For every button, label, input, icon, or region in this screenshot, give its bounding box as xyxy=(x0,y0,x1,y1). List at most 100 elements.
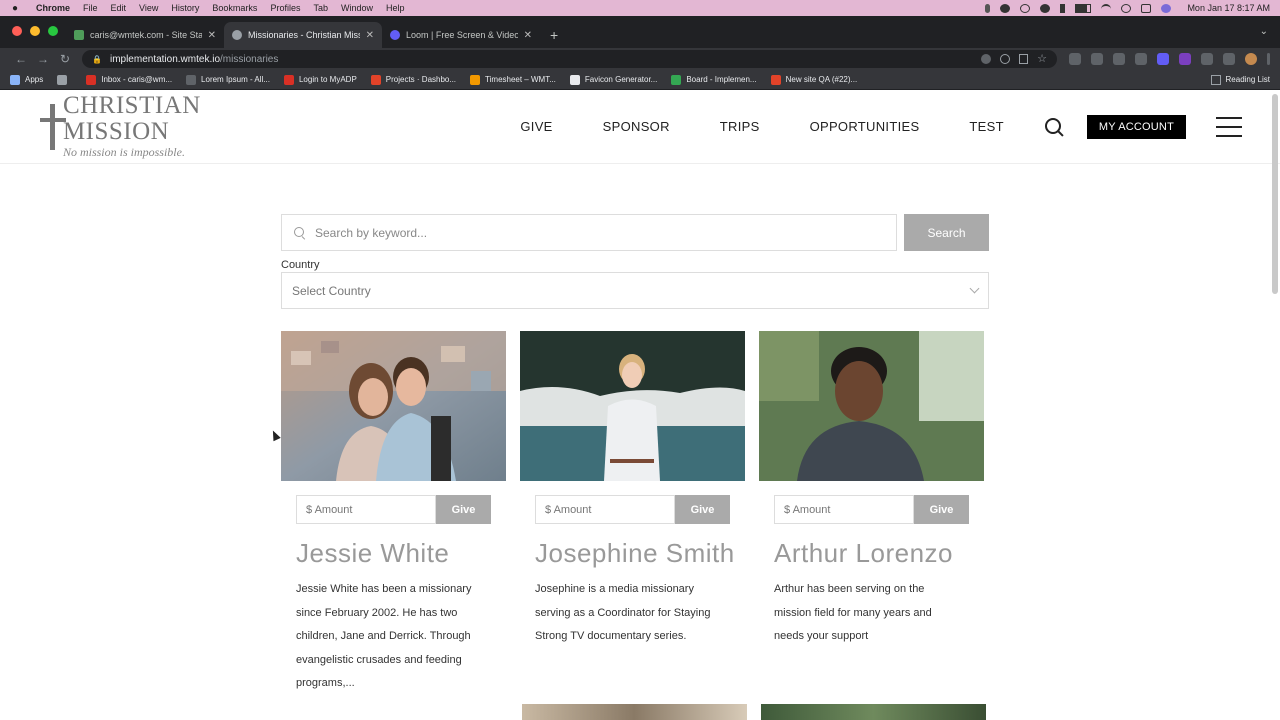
menu-app[interactable]: Chrome xyxy=(36,3,70,13)
creative-cloud-icon[interactable] xyxy=(1040,3,1051,13)
reload-icon[interactable]: ↻ xyxy=(54,52,76,66)
nav-test[interactable]: TEST xyxy=(969,119,1003,134)
menu-profiles[interactable]: Profiles xyxy=(270,3,300,13)
extension-icon[interactable] xyxy=(1135,53,1147,65)
bookmark-timesheet[interactable]: Timesheet – WMT... xyxy=(470,74,556,85)
spotlight-icon[interactable] xyxy=(1121,3,1132,13)
my-account-button[interactable]: MY ACCOUNT xyxy=(1086,114,1186,139)
browser-tab-site-stacks[interactable]: caris@wmtek.com - Site Stacks ✕ xyxy=(66,22,224,48)
menu-history[interactable]: History xyxy=(171,3,199,13)
more-options-icon[interactable] xyxy=(1267,53,1270,65)
profile-avatar[interactable] xyxy=(1245,53,1257,65)
missionary-name[interactable]: Josephine Smith xyxy=(535,538,745,568)
bluetooth-icon[interactable] xyxy=(1060,3,1066,13)
control-center-icon[interactable] xyxy=(1141,3,1152,13)
bookmark-star-icon[interactable]: ☆ xyxy=(1037,54,1047,65)
keyword-search-input[interactable]: Search by keyword... xyxy=(281,214,897,251)
bookmark-myadp[interactable]: Login to MyADP xyxy=(283,74,357,85)
mouse-cursor-icon xyxy=(269,428,281,442)
loom-favicon-icon xyxy=(390,30,400,40)
missionary-photo-josephine-smith[interactable] xyxy=(520,331,745,481)
menu-file[interactable]: File xyxy=(83,3,98,13)
country-select[interactable]: Select Country xyxy=(281,272,989,309)
missionary-photo-partial[interactable] xyxy=(761,704,986,720)
close-tab-icon[interactable]: ✕ xyxy=(524,30,532,41)
menu-help[interactable]: Help xyxy=(386,3,405,13)
missionary-photo-partial[interactable] xyxy=(522,704,747,720)
extension-icon[interactable] xyxy=(1091,53,1103,65)
give-button[interactable]: Give xyxy=(675,495,730,524)
menu-edit[interactable]: Edit xyxy=(111,3,127,13)
hamburger-menu-icon[interactable] xyxy=(1216,116,1242,137)
bookmark-board[interactable]: Board - Implemen... xyxy=(671,74,757,85)
record-icon[interactable] xyxy=(1020,3,1031,13)
new-tab-button[interactable]: + xyxy=(550,22,558,48)
address-bar[interactable]: 🔒 implementation.wmtek.io/missionaries ☆ xyxy=(82,50,1057,68)
amount-input[interactable]: $ Amount xyxy=(296,495,436,524)
close-tab-icon[interactable]: ✕ xyxy=(208,30,216,41)
bookmark-projects[interactable]: Projects · Dashbo... xyxy=(370,74,456,85)
macos-menu-bar: ● Chrome File Edit View History Bookmark… xyxy=(0,0,1280,16)
apple-icon[interactable]: ● xyxy=(10,3,20,14)
nav-opportunities[interactable]: OPPORTUNITIES xyxy=(810,119,920,134)
back-arrow-icon[interactable]: ← xyxy=(10,52,32,66)
bookmark-lorem-ipsum[interactable]: Lorem Ipsum - All... xyxy=(186,74,270,85)
bookmark-new-site-qa[interactable]: New site QA (#22)... xyxy=(770,74,857,85)
give-button[interactable]: Give xyxy=(436,495,491,524)
browser-toolbar: ← → ↻ 🔒 implementation.wmtek.io/missiona… xyxy=(0,48,1280,70)
missionary-cards: $ Amount Give Jessie White Jessie White … xyxy=(281,331,989,696)
tab-title: Missionaries - Christian Missio xyxy=(248,30,360,40)
bookmark-folder[interactable] xyxy=(57,74,72,85)
siri-icon[interactable] xyxy=(1161,3,1172,13)
close-window-button[interactable] xyxy=(12,26,22,36)
menu-bar-clock[interactable]: Mon Jan 17 8:17 AM xyxy=(1187,3,1270,13)
lock-icon[interactable]: 🔒 xyxy=(92,55,102,64)
browser-tab-missionaries[interactable]: Missionaries - Christian Missio ✕ xyxy=(224,22,382,48)
nav-sponsor[interactable]: SPONSOR xyxy=(603,119,670,134)
extension-icon[interactable] xyxy=(1179,53,1191,65)
missionary-name[interactable]: Jessie White xyxy=(296,538,506,568)
mic-icon[interactable] xyxy=(985,3,991,13)
search-icon xyxy=(294,226,306,239)
browser-tab-loom[interactable]: Loom | Free Screen & Video Re ✕ xyxy=(382,22,540,48)
extension-icon[interactable] xyxy=(1069,53,1081,65)
close-tab-icon[interactable]: ✕ xyxy=(366,30,374,41)
minimize-window-button[interactable] xyxy=(30,26,40,36)
bookmark-inbox[interactable]: Inbox - caris@wm... xyxy=(86,74,172,85)
give-form: $ Amount Give xyxy=(774,495,969,524)
forward-arrow-icon[interactable]: → xyxy=(32,52,54,66)
site-logo[interactable]: CHRISTIAN MISSION No mission is impossib… xyxy=(38,93,238,160)
bookmark-label: Timesheet – WMT... xyxy=(485,75,556,84)
battery-icon[interactable] xyxy=(1075,3,1092,13)
bookmark-favicon-generator[interactable]: Favicon Generator... xyxy=(569,74,657,85)
bookmark-apps[interactable]: Apps xyxy=(10,74,43,85)
reading-list-button[interactable]: Reading List xyxy=(1210,74,1270,85)
gear-icon[interactable] xyxy=(1000,3,1011,13)
extension-icon[interactable] xyxy=(1113,53,1125,65)
extension-icon[interactable] xyxy=(1157,53,1169,65)
missionary-name[interactable]: Arthur Lorenzo xyxy=(774,538,984,568)
nav-trips[interactable]: TRIPS xyxy=(720,119,760,134)
url-host: implementation.wmtek.io xyxy=(109,53,221,65)
wifi-icon[interactable] xyxy=(1101,3,1112,13)
missionary-photo-arthur-lorenzo[interactable] xyxy=(759,331,984,481)
menu-view[interactable]: View xyxy=(139,3,158,13)
amount-input[interactable]: $ Amount xyxy=(535,495,675,524)
missionary-photo-jessie-white[interactable] xyxy=(281,331,506,481)
menu-tab[interactable]: Tab xyxy=(313,3,328,13)
search-icon[interactable] xyxy=(1044,117,1064,137)
zoom-icon[interactable] xyxy=(1000,54,1011,64)
extension-icon[interactable] xyxy=(1201,53,1213,65)
maximize-window-button[interactable] xyxy=(48,26,58,36)
menu-bookmarks[interactable]: Bookmarks xyxy=(212,3,257,13)
amount-input[interactable]: $ Amount xyxy=(774,495,914,524)
extension-blocked-icon[interactable] xyxy=(981,54,992,64)
menu-window[interactable]: Window xyxy=(341,3,373,13)
puzzle-icon[interactable] xyxy=(1223,53,1235,65)
tab-search-chevron-icon[interactable]: ⌄ xyxy=(1260,26,1268,37)
page-scrollbar[interactable] xyxy=(1272,94,1278,294)
give-button[interactable]: Give xyxy=(914,495,969,524)
nav-give[interactable]: GIVE xyxy=(520,119,552,134)
share-icon[interactable] xyxy=(1019,54,1029,64)
search-button[interactable]: Search xyxy=(904,214,989,251)
